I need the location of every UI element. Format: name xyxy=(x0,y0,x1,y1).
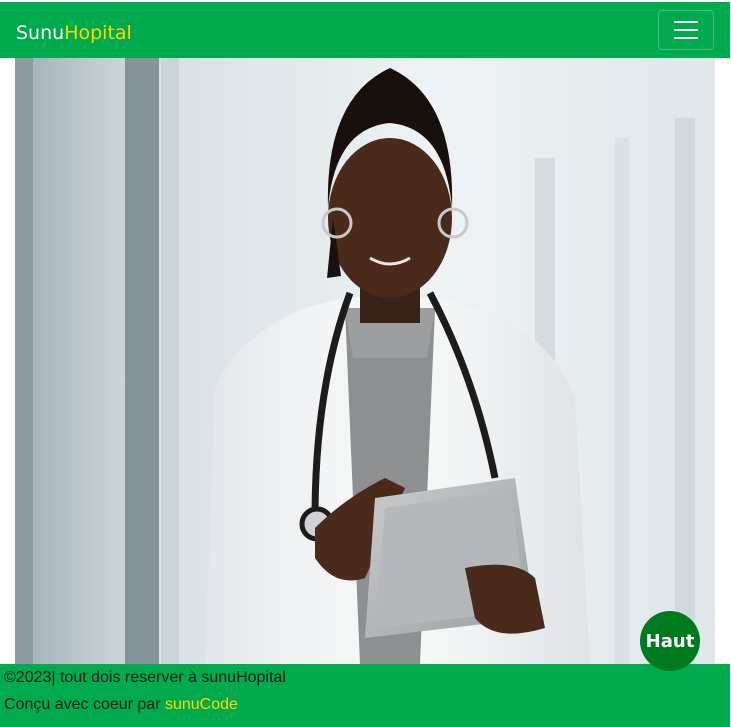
brand-suffix: Hopital xyxy=(64,22,132,44)
footer-credit-prefix: Conçu avec coeur par xyxy=(4,696,165,713)
footer: ©2023| tout dois reserver à sunuHopital … xyxy=(0,664,730,727)
navbar: SunuHopital xyxy=(0,2,730,58)
doctor-with-tablet-photo xyxy=(15,58,715,664)
back-to-top-button[interactable]: Haut xyxy=(640,611,700,671)
brand-logo[interactable]: SunuHopital xyxy=(16,20,132,46)
hamburger-icon xyxy=(674,20,698,40)
hero-image xyxy=(15,58,715,664)
footer-copyright: ©2023| tout dois reserver à sunuHopital xyxy=(4,669,286,686)
footer-credit: Conçu avec coeur par sunuCode xyxy=(4,696,238,714)
footer-author-link[interactable]: sunuCode xyxy=(165,696,238,713)
menu-toggle-button[interactable] xyxy=(658,10,714,50)
brand-prefix: Sunu xyxy=(16,22,65,44)
